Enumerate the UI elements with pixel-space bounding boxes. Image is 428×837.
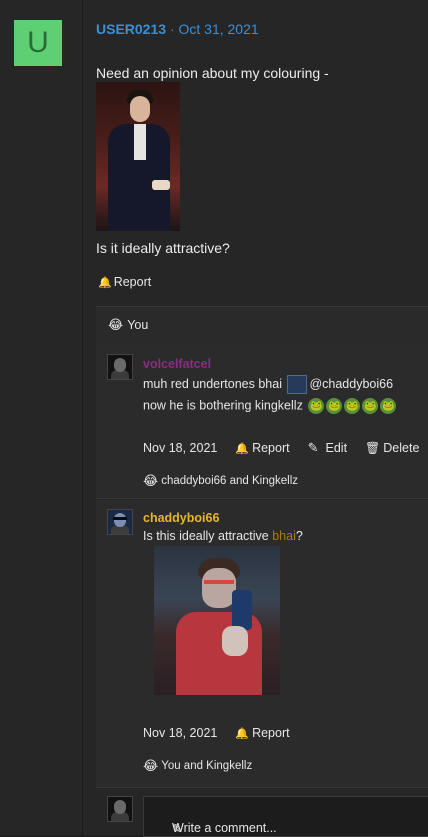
bell-icon: 🔔 [235, 727, 250, 740]
post-text-2: Is it ideally attractive? [96, 240, 230, 256]
comment-1-line-2: now he is bothering kingkellz 🐸 🐸 🐸 🐸 🐸 [143, 398, 397, 414]
pepe-emoji-icon: 🐸 [380, 398, 397, 414]
laughing-emoji-icon: 😂 [143, 758, 159, 773]
post-report-button[interactable]: 🔔 Report [98, 275, 151, 289]
comment-2-report-button[interactable]: 🔔 Report [235, 726, 289, 740]
pepe-emoji-icon: 🐸 [326, 398, 343, 414]
post-photo[interactable] [96, 82, 180, 231]
comment-1-avatar[interactable] [107, 354, 133, 380]
trash-icon: 🗑 [365, 441, 381, 455]
post-author-column [0, 0, 82, 835]
comment-input[interactable]: ✎ Write a comment... [143, 796, 428, 837]
comment-1-text-2: now he is bothering kingkellz [143, 398, 303, 413]
inline-avatar-icon [287, 375, 308, 394]
delete-label: Delete [383, 441, 420, 455]
comment-input-placeholder: Write a comment... [172, 821, 277, 835]
comment-1-date[interactable]: Nov 18, 2021 [143, 441, 217, 455]
header-separator: · [169, 21, 175, 37]
comment-2-photo[interactable] [154, 546, 280, 695]
report-label: Report [252, 441, 290, 455]
avatar-letter: U [27, 26, 49, 59]
reaction-users: chaddyboi66 and Kingkellz [161, 475, 299, 487]
laughing-emoji-icon: 😂 [108, 317, 124, 332]
post-author-avatar[interactable]: U [14, 20, 62, 66]
comment-2-date[interactable]: Nov 18, 2021 [143, 726, 217, 740]
comment-1-text: muh red undertones bhai [143, 376, 282, 391]
comment-1-edit-button[interactable]: ✎ Edit [308, 440, 347, 456]
bell-icon: 🔔 [235, 442, 250, 455]
post-reaction-summary[interactable]: 😂 You [108, 317, 148, 333]
pepe-emoji-icon: 🐸 [362, 398, 379, 414]
comment-2-avatar[interactable] [107, 509, 133, 535]
edit-label: Edit [325, 441, 348, 455]
comment-2-username[interactable]: chaddyboi66 [143, 511, 219, 525]
comment-1-mention[interactable]: @chaddyboi66 [309, 377, 393, 391]
comment-1-line-1: muh red undertones bhai @chaddyboi66 [143, 375, 393, 394]
comment-1-actions: Nov 18, 2021 🔔 Report ✎ Edit 🗑 Delete [143, 440, 419, 456]
reaction-users: You [127, 318, 149, 332]
comment-2-actions: Nov 18, 2021 🔔 Report [143, 726, 290, 740]
comment-1-report-button[interactable]: 🔔 Report [235, 441, 289, 455]
post-text-1: Need an opinion about my colouring - [96, 65, 329, 81]
comment-1-username[interactable]: volcelfatcel [143, 357, 211, 371]
comment-2-text-post: ? [295, 529, 303, 543]
post-header: USER0213 · Oct 31, 2021 [96, 21, 259, 37]
reaction-users: You and Kingkellz [161, 760, 253, 772]
report-label: Report [113, 275, 152, 289]
composer-avatar [107, 796, 133, 822]
bell-icon: 🔔 [98, 276, 112, 289]
post-date[interactable]: Oct 31, 2021 [179, 21, 259, 37]
comment-1-delete-button[interactable]: 🗑 Delete [365, 441, 419, 455]
pepe-emoji-icon: 🐸 [308, 398, 325, 414]
report-label: Report [252, 726, 290, 740]
pencil-icon: ✎ [307, 440, 319, 455]
comment-2-reactions[interactable]: 😂 You and Kingkellz [143, 758, 252, 774]
pepe-emoji-icon: 🐸 [344, 398, 361, 414]
comment-2-text: Is this ideally attractive bhai? [143, 529, 303, 543]
comment-2-highlight: bhai [272, 529, 296, 543]
post-username[interactable]: USER0213 [96, 21, 166, 37]
comment-1-reactions[interactable]: 😂 chaddyboi66 and Kingkellz [143, 473, 298, 489]
laughing-emoji-icon: 😂 [143, 473, 159, 488]
comment-2-text-pre: Is this ideally attractive [143, 529, 273, 543]
